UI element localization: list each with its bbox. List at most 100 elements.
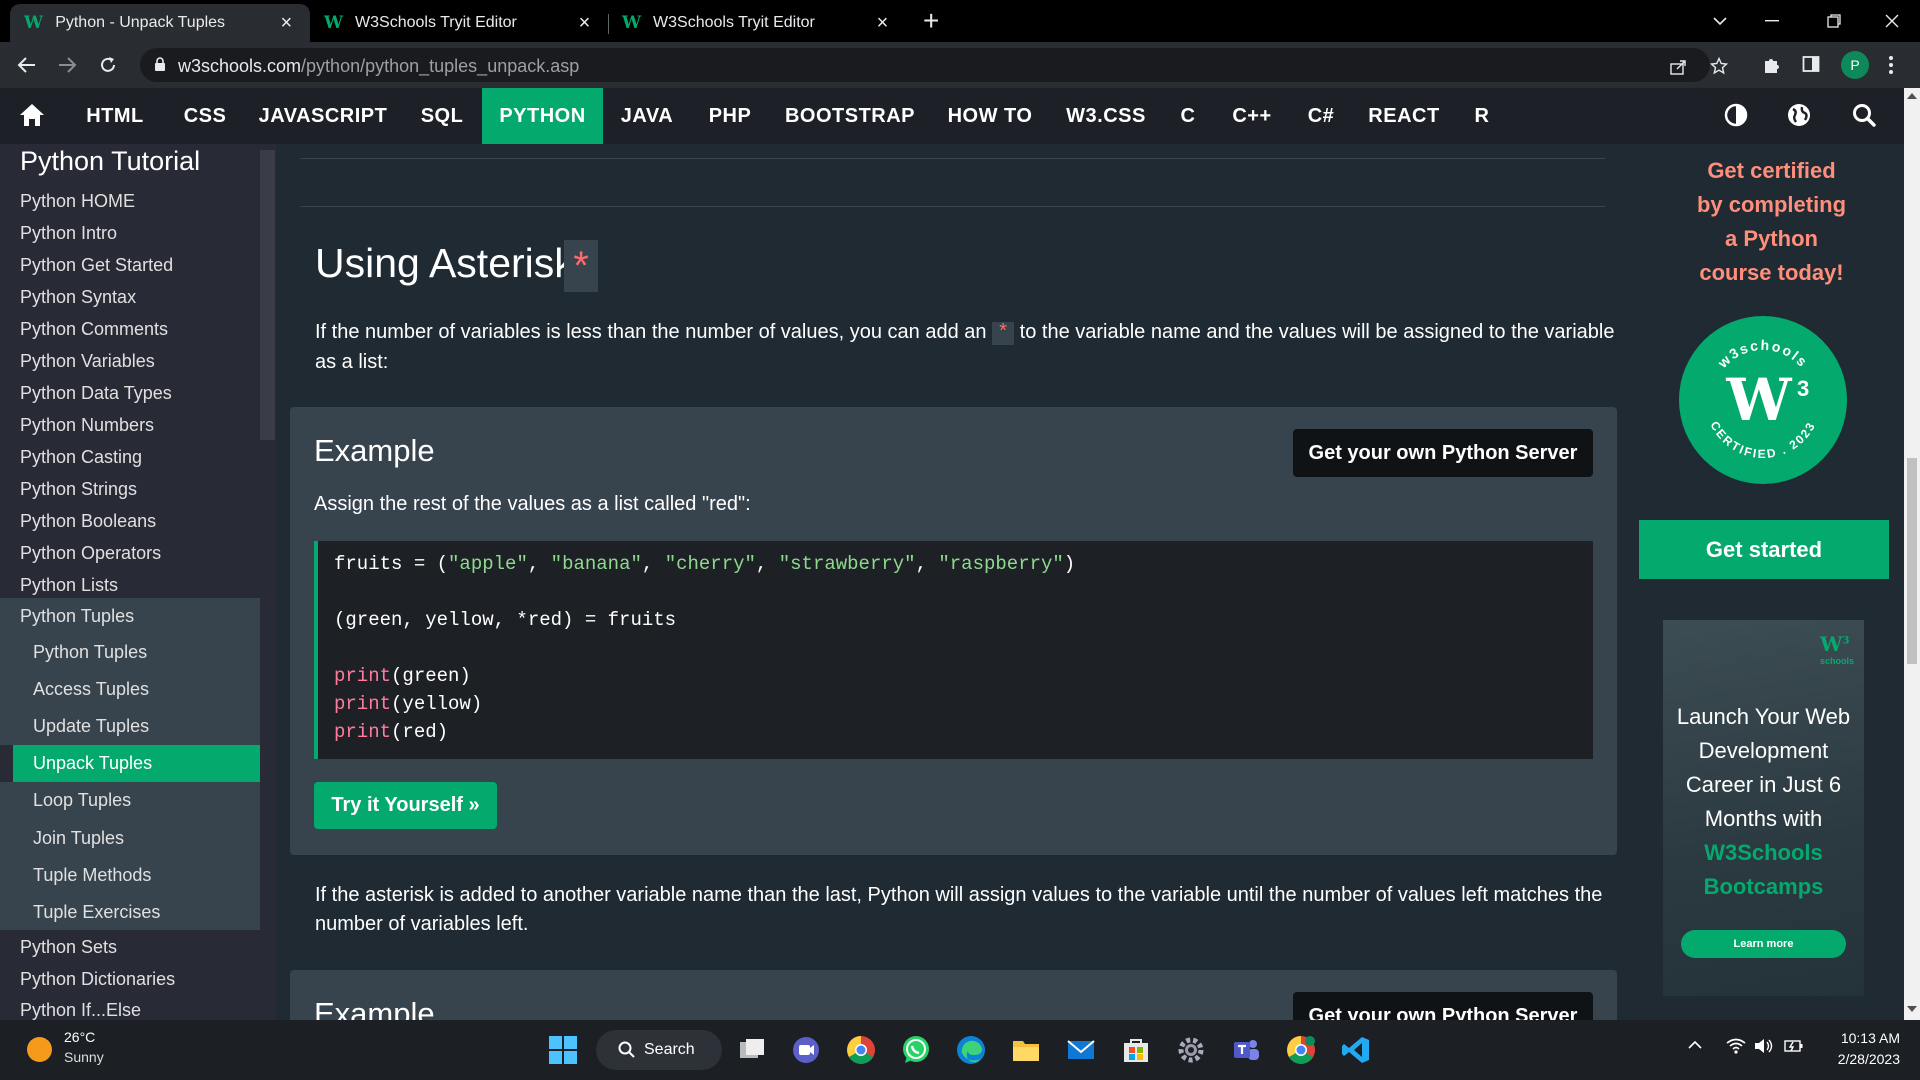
more-menu-icon[interactable] — [1888, 55, 1894, 75]
sidebar-item-casting[interactable]: Python Casting — [0, 441, 260, 473]
nav-java[interactable]: JAVA — [612, 88, 682, 144]
weather-condition[interactable]: Sunny — [64, 1049, 104, 1065]
minimize-icon[interactable] — [1744, 0, 1800, 42]
back-icon[interactable] — [14, 52, 40, 78]
battery-icon[interactable] — [1784, 1038, 1804, 1054]
sidebar-item-operators[interactable]: Python Operators — [0, 537, 260, 569]
bookmark-star-icon[interactable] — [1710, 57, 1728, 75]
weather-temperature[interactable]: 26°C — [64, 1029, 95, 1045]
settings-gear-icon[interactable] — [1176, 1035, 1208, 1067]
tab-close-icon[interactable]: × — [873, 12, 892, 35]
nav-javascript[interactable]: JAVASCRIPT — [254, 88, 392, 144]
learn-more-button[interactable]: Learn more — [1681, 930, 1846, 958]
profile-avatar[interactable]: P — [1841, 51, 1869, 79]
tab-tryit-editor-2[interactable]: W W3Schools Tryit Editor × — [608, 4, 906, 42]
get-python-server-button[interactable]: Get your own Python Server — [1293, 992, 1593, 1020]
sidebar-subitem-loop-tuples[interactable]: Loop Tuples — [0, 782, 260, 819]
start-menu-icon[interactable] — [548, 1035, 580, 1067]
nav-css[interactable]: CSS — [170, 88, 240, 144]
wifi-icon[interactable] — [1726, 1038, 1746, 1054]
tab-tryit-editor-1[interactable]: W W3Schools Tryit Editor × — [310, 4, 608, 42]
try-it-yourself-button[interactable]: Try it Yourself » — [314, 782, 497, 829]
chrome-icon[interactable] — [846, 1035, 878, 1067]
sidebar-subitem-access-tuples[interactable]: Access Tuples — [0, 671, 260, 708]
side-panel-icon[interactable] — [1802, 55, 1820, 73]
dark-mode-icon[interactable] — [1724, 103, 1750, 129]
globe-icon[interactable] — [1787, 103, 1813, 129]
sidebar-item-lists[interactable]: Python Lists — [0, 569, 260, 601]
sidebar-item-dictionaries[interactable]: Python Dictionaries — [0, 963, 260, 995]
restore-icon[interactable] — [1806, 0, 1862, 42]
scroll-down-arrow-icon[interactable] — [1907, 1006, 1917, 1012]
share-icon[interactable] — [1670, 59, 1688, 75]
new-tab-button[interactable]: + — [923, 7, 939, 35]
sidebar-item-variables[interactable]: Python Variables — [0, 345, 260, 377]
nav-how-to[interactable]: HOW TO — [940, 88, 1040, 144]
edge-icon[interactable] — [956, 1035, 988, 1067]
search-icon[interactable] — [1852, 103, 1878, 129]
file-explorer-icon[interactable] — [1011, 1035, 1043, 1067]
vscode-icon[interactable] — [1341, 1035, 1373, 1067]
scrollbar-thumb[interactable] — [1907, 458, 1917, 664]
store-icon[interactable] — [1121, 1035, 1153, 1067]
url-input[interactable]: w3schools.com/python/python_tuples_unpac… — [140, 48, 1728, 82]
close-window-icon[interactable] — [1864, 0, 1920, 42]
nav-python[interactable]: PYTHON — [482, 88, 603, 144]
sidebar-item-if-else[interactable]: Python If...Else — [0, 994, 260, 1020]
sidebar-item-comments[interactable]: Python Comments — [0, 313, 260, 345]
nav-php[interactable]: PHP — [696, 88, 764, 144]
nav-c[interactable]: C — [1170, 88, 1206, 144]
sidebar-item-data-types[interactable]: Python Data Types — [0, 377, 260, 409]
page-scrollbar[interactable] — [1904, 88, 1920, 1020]
tab-python-unpack-tuples[interactable]: W Python - Unpack Tuples × — [10, 4, 310, 42]
bootcamp-ad[interactable]: W3 schools Launch Your Web Development Ca… — [1663, 620, 1864, 996]
sidebar-item-numbers[interactable]: Python Numbers — [0, 409, 260, 441]
whatsapp-icon[interactable] — [901, 1035, 933, 1067]
sidebar-subitem-update-tuples[interactable]: Update Tuples — [0, 708, 260, 745]
tab-search-icon[interactable] — [1692, 0, 1748, 42]
nav-r[interactable]: R — [1462, 88, 1502, 144]
sidebar-subitem-unpack-tuples[interactable]: Unpack Tuples — [13, 745, 260, 782]
nav-w3css[interactable]: W3.CSS — [1058, 88, 1154, 144]
teams-icon[interactable] — [1231, 1035, 1263, 1067]
get-started-button[interactable]: Get started — [1639, 520, 1889, 579]
sidebar-subitem-tuple-methods[interactable]: Tuple Methods — [0, 857, 260, 894]
sidebar-scrollbar[interactable] — [260, 150, 275, 440]
clock-time[interactable]: 10:13 AM — [1820, 1030, 1900, 1046]
nav-bootstrap[interactable]: BOOTSTRAP — [780, 88, 920, 144]
get-python-server-button[interactable]: Get your own Python Server — [1293, 429, 1593, 477]
sidebar-item-booleans[interactable]: Python Booleans — [0, 505, 260, 537]
sidebar-item-python-home[interactable]: Python HOME — [0, 185, 260, 217]
mail-icon[interactable] — [1066, 1035, 1098, 1067]
sun-weather-icon[interactable] — [27, 1037, 52, 1062]
show-hidden-icons-chevron-icon[interactable] — [1688, 1040, 1702, 1050]
tab-close-icon[interactable]: × — [277, 12, 296, 35]
sidebar-item-syntax[interactable]: Python Syntax — [0, 281, 260, 313]
certification-badge-icon[interactable]: w3schools CERTIFIED . 2023 W 3 — [1679, 316, 1847, 484]
sidebar-item-tuples[interactable]: Python Tuples — [0, 598, 260, 634]
tab-close-icon[interactable]: × — [575, 12, 594, 35]
forward-icon[interactable] — [54, 52, 80, 78]
scroll-up-arrow-icon[interactable] — [1907, 93, 1917, 99]
chrome-profile-icon[interactable] — [1286, 1035, 1318, 1067]
home-icon[interactable] — [19, 103, 45, 129]
sidebar-item-sets[interactable]: Python Sets — [0, 931, 260, 963]
reload-icon[interactable] — [95, 52, 121, 78]
extensions-puzzle-icon[interactable] — [1762, 55, 1782, 75]
nav-cpp[interactable]: C++ — [1222, 88, 1282, 144]
volume-icon[interactable] — [1754, 1038, 1774, 1054]
sidebar-subitem-python-tuples[interactable]: Python Tuples — [0, 634, 260, 671]
sidebar-item-strings[interactable]: Python Strings — [0, 473, 260, 505]
nav-react[interactable]: REACT — [1362, 88, 1446, 144]
nav-csharp[interactable]: C# — [1298, 88, 1344, 144]
sidebar-subitem-tuple-exercises[interactable]: Tuple Exercises — [0, 894, 260, 930]
sidebar-item-get-started[interactable]: Python Get Started — [0, 249, 260, 281]
nav-sql[interactable]: SQL — [406, 88, 478, 144]
meet-icon[interactable] — [791, 1035, 823, 1067]
taskbar-search[interactable]: Search — [596, 1030, 722, 1070]
sidebar-subitem-join-tuples[interactable]: Join Tuples — [0, 819, 260, 857]
clock-date[interactable]: 2/28/2023 — [1820, 1051, 1900, 1067]
sidebar-item-python-intro[interactable]: Python Intro — [0, 217, 260, 249]
nav-html[interactable]: HTML — [74, 88, 156, 144]
task-view-icon[interactable] — [737, 1035, 769, 1067]
